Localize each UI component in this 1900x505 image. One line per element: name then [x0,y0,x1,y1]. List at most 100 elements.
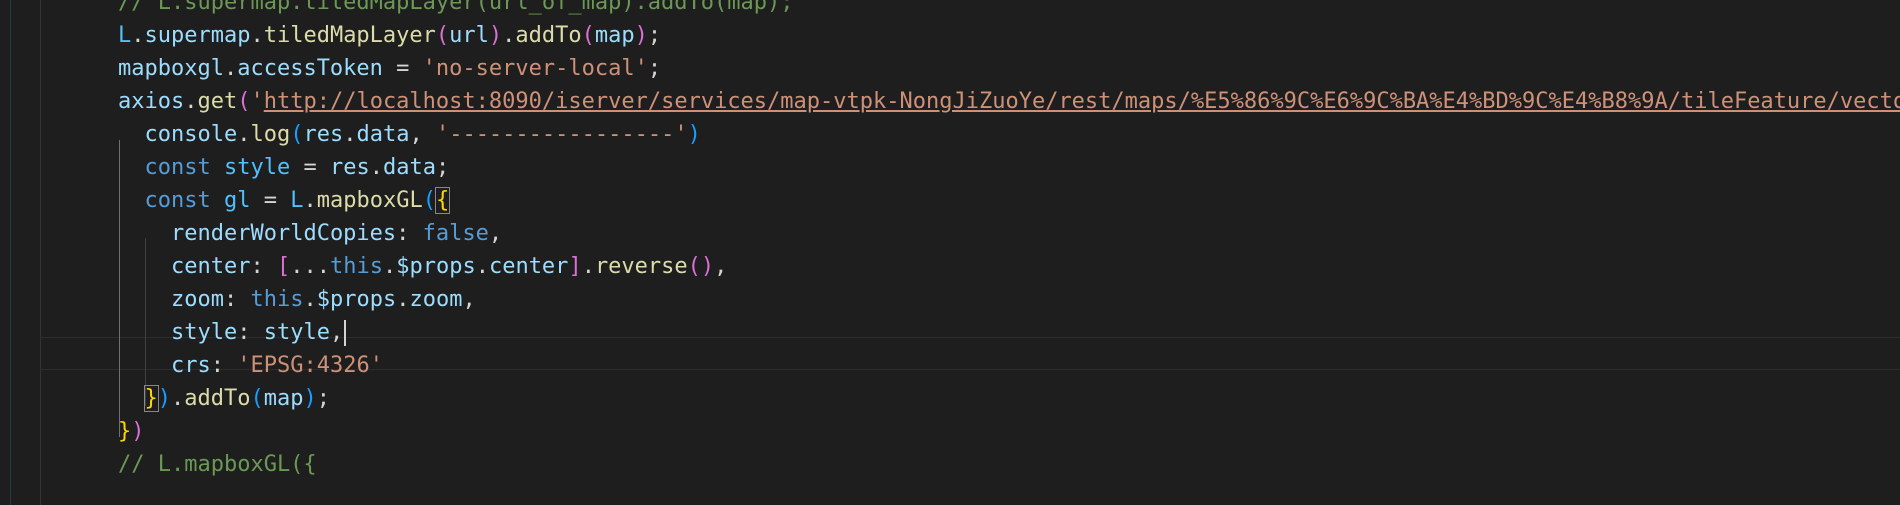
code-token: center [488,254,569,279]
code-token: } [143,385,159,412]
code-token: ) [131,419,145,444]
code-token: console [144,122,238,147]
code-token: reverse [594,254,688,279]
code-token: ) [488,23,503,48]
code-token: tiledMapLayer [263,23,436,48]
code-token: . [237,122,251,147]
text-cursor [344,320,347,346]
code-token: $props [396,254,476,279]
code-token: : [210,353,238,378]
code-token: . [303,188,317,213]
code-token: ( [250,386,264,411]
code-token: res [303,122,344,147]
code-token: , [409,122,436,147]
code-token: . [581,254,595,279]
code-token: . [250,23,264,48]
code-editor[interactable]: // L.supermap.tiledMapLayer(url_of_map).… [0,0,1900,505]
code-line[interactable]: const style = res.data; [145,151,450,184]
indent-guide-object [145,238,146,406]
code-token: ] [568,254,582,279]
code-token: ( [237,89,251,114]
code-line[interactable]: renderWorldCopies: false, [171,217,502,250]
code-token: , [714,254,728,279]
code-token: ) [157,386,171,411]
code-token: style [223,155,291,180]
code-line[interactable]: const gl = L.mapboxGL({ [144,184,451,217]
code-line[interactable]: axios.get('http://localhost:8090/iserver… [118,85,1900,118]
code-token: const [144,155,211,180]
code-line[interactable]: // L.mapboxGL({ [118,448,317,481]
indent-guide-root [40,0,41,505]
code-token: L [290,188,304,213]
code-token: , [329,320,344,345]
code-token: . [369,155,383,180]
code-line[interactable]: style: style, [171,316,347,349]
code-token: . [223,56,238,81]
code-token: ( [290,122,304,147]
code-token: : [223,287,251,312]
code-token: map [594,23,635,48]
code-token: map [263,386,304,411]
code-token: ; [647,56,662,81]
code-line[interactable]: mapboxgl.accessToken = 'no-server-local'… [118,52,661,85]
code-token: = [382,56,423,81]
indent-guide-callback [119,140,120,437]
code-token: () [687,254,715,279]
code-token: data [356,122,410,147]
code-token: . [131,23,145,48]
code-line[interactable]: }).addTo(map); [143,382,330,415]
code-token: . [343,122,357,147]
code-token: axios [118,89,185,114]
code-token: addTo [515,23,582,48]
code-token: ( [422,188,436,213]
code-token: res [329,155,370,180]
code-token: center [171,254,251,279]
code-token: ( [435,23,450,48]
code-token: ; [316,386,330,411]
code-token: : [396,221,423,246]
code-token: this [329,254,383,279]
code-token: accessToken [237,56,383,81]
code-line[interactable]: }) [118,415,145,448]
code-token: log [250,122,291,147]
code-token: ( [581,23,595,48]
code-line[interactable]: zoom: this.$props.zoom, [171,283,476,316]
code-token: [ [276,254,291,279]
code-token: ) [303,386,317,411]
code-token: url [449,23,489,48]
code-line[interactable]: // L.supermap.tiledMapLayer(url_of_map).… [118,0,794,19]
code-token: ; [647,23,662,48]
code-token: mapboxGL [316,188,423,213]
code-token: . [502,23,516,48]
code-line[interactable]: L.supermap.tiledMapLayer(url).addTo(map)… [118,19,661,52]
code-token: = [290,155,330,180]
code-token: 'EPSG:4326' [237,353,383,378]
code-line[interactable]: center: [...this.$props.center].reverse(… [171,250,727,283]
code-token: ... [290,254,330,279]
code-token: // L.supermap.tiledMapLayer(url_of_map).… [118,0,794,15]
code-token: renderWorldCopies [171,221,397,246]
code-token: false [422,221,489,246]
code-token: . [475,254,489,279]
code-line[interactable]: crs: 'EPSG:4326' [171,349,383,382]
code-token: gl [223,188,251,213]
code-token: data [382,155,436,180]
code-token: '-----------------' [435,122,688,147]
code-token: } [118,419,132,444]
code-token: $props [316,287,397,312]
code-line[interactable]: console.log(res.data, '-----------------… [145,118,701,151]
code-token: , [488,221,503,246]
code-token: ' [250,89,264,114]
code-token: . [396,287,410,312]
code-token: get [197,89,238,114]
code-token: style [171,320,238,345]
code-token: const [144,188,211,213]
code-token: crs [171,353,211,378]
gutter-border [10,0,11,505]
code-token: // L.mapboxGL({ [118,452,317,477]
code-token: addTo [184,386,251,411]
code-token: . [184,89,198,114]
code-token: : [250,254,277,279]
